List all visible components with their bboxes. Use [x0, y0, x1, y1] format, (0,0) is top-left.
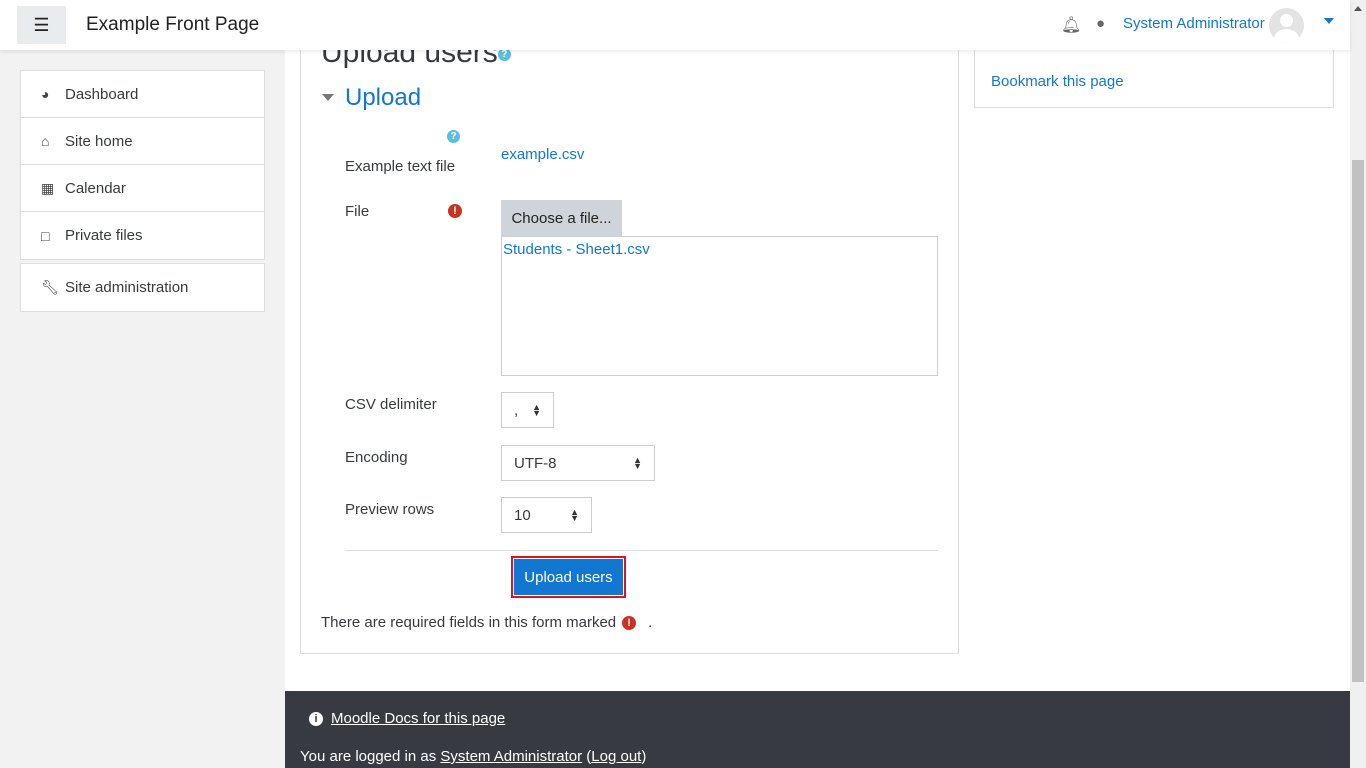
- file-label: File: [345, 203, 370, 220]
- select-arrows-icon: ▲ ▼: [532, 402, 541, 418]
- wrench-icon: 🔧︎: [41, 279, 59, 295]
- info-icon: i: [309, 711, 323, 726]
- sidebar-item-site-home[interactable]: ⌂ Site home: [21, 118, 264, 165]
- user-menu-name[interactable]: System Administrator: [1123, 15, 1265, 32]
- sidebar-item-label: Dashboard: [65, 85, 139, 103]
- required-note-text: There are required fields in this form m…: [321, 614, 617, 631]
- example-label: Example text file: [345, 158, 456, 175]
- scrollbar-thumb[interactable]: [1352, 160, 1364, 682]
- bell-icon[interactable]: 🔔︎: [1061, 15, 1081, 35]
- scroll-up-icon[interactable]: [1354, 6, 1362, 11]
- delimiter-label: CSV delimiter: [345, 396, 437, 413]
- select-value: UTF-8: [514, 454, 557, 472]
- select-value: 10: [514, 506, 531, 524]
- sidebar-item-private-files[interactable]: □ Private files: [21, 212, 264, 259]
- encoding-label: Encoding: [345, 449, 408, 466]
- sidebar-item-label: Calendar: [65, 179, 126, 197]
- select-value: ,: [514, 401, 519, 419]
- select-arrows-icon: ▲ ▼: [570, 507, 579, 523]
- section-upload-toggle[interactable]: Upload: [345, 84, 421, 112]
- help-icon[interactable]: ?: [447, 130, 460, 143]
- select-arrows-icon: ▲ ▼: [633, 455, 642, 471]
- chat-icon[interactable]: ●: [1096, 15, 1105, 32]
- logout-link[interactable]: Log out: [591, 748, 641, 765]
- caret-down-icon[interactable]: [1324, 18, 1334, 24]
- moodle-docs-link[interactable]: Moodle Docs for this page: [331, 710, 505, 727]
- sidebar-item-site-administration[interactable]: 🔧︎ Site administration: [21, 264, 264, 311]
- sidebar-item-label: Site home: [65, 132, 133, 150]
- footer: i Moodle Docs for this page You are logge…: [285, 691, 1350, 768]
- user-profile-link[interactable]: System Administrator: [440, 748, 582, 765]
- login-prefix: You are logged in as: [300, 748, 437, 765]
- preview-rows-select[interactable]: 10 ▲ ▼: [501, 497, 592, 533]
- avatar[interactable]: [1269, 8, 1304, 43]
- calendar-icon: ▦: [41, 179, 55, 196]
- selected-file-link[interactable]: Students - Sheet1.csv: [503, 241, 650, 258]
- file-dropzone[interactable]: Students - Sheet1.csv: [501, 236, 938, 376]
- dashboard-icon: ◕: [41, 86, 50, 102]
- sidebar-item-label: Site administration: [65, 279, 189, 296]
- preview-rows-label: Preview rows: [345, 501, 435, 518]
- example-csv-link[interactable]: example.csv: [501, 146, 584, 163]
- upload-users-highlight: Upload users: [511, 556, 626, 598]
- sidebar-item-dashboard[interactable]: ◕ Dashboard: [21, 71, 264, 118]
- delimiter-select[interactable]: , ▲ ▼: [501, 392, 554, 428]
- sidebar-item-calendar[interactable]: ▦ Calendar: [21, 165, 264, 212]
- nav-block: ◕ Dashboard ⌂ Site home ▦ Calendar □ Private…: [20, 70, 265, 260]
- required-icon: !: [448, 204, 462, 218]
- login-info: You are logged in as System Administrato…: [300, 748, 647, 765]
- upload-users-button[interactable]: Upload users: [514, 559, 623, 595]
- navbar: ☰ Example Front Page 🔔︎ ● System Adminis…: [0, 0, 1350, 50]
- home-icon: ⌂: [41, 133, 50, 149]
- required-icon: !: [622, 615, 637, 630]
- hamburger-icon: ☰: [33, 14, 50, 35]
- encoding-select[interactable]: UTF-8 ▲ ▼: [501, 445, 655, 481]
- required-note: There are required fields in this form m…: [321, 614, 652, 631]
- required-note-tail: .: [648, 614, 653, 631]
- sidebar-item-label: Private files: [65, 227, 143, 244]
- divider: [345, 550, 938, 551]
- admin-block: 🔧︎ Site administration: [20, 263, 265, 312]
- file-icon: □: [41, 227, 50, 244]
- choose-file-button[interactable]: Choose a file...: [501, 200, 622, 236]
- menu-toggle-button[interactable]: ☰: [17, 6, 66, 44]
- site-brand[interactable]: Example Front Page: [86, 14, 259, 36]
- docs-row: i Moodle Docs for this page: [309, 710, 505, 727]
- bookmark-link[interactable]: Bookmark this page: [991, 73, 1124, 90]
- collapse-caret-icon[interactable]: [322, 94, 334, 101]
